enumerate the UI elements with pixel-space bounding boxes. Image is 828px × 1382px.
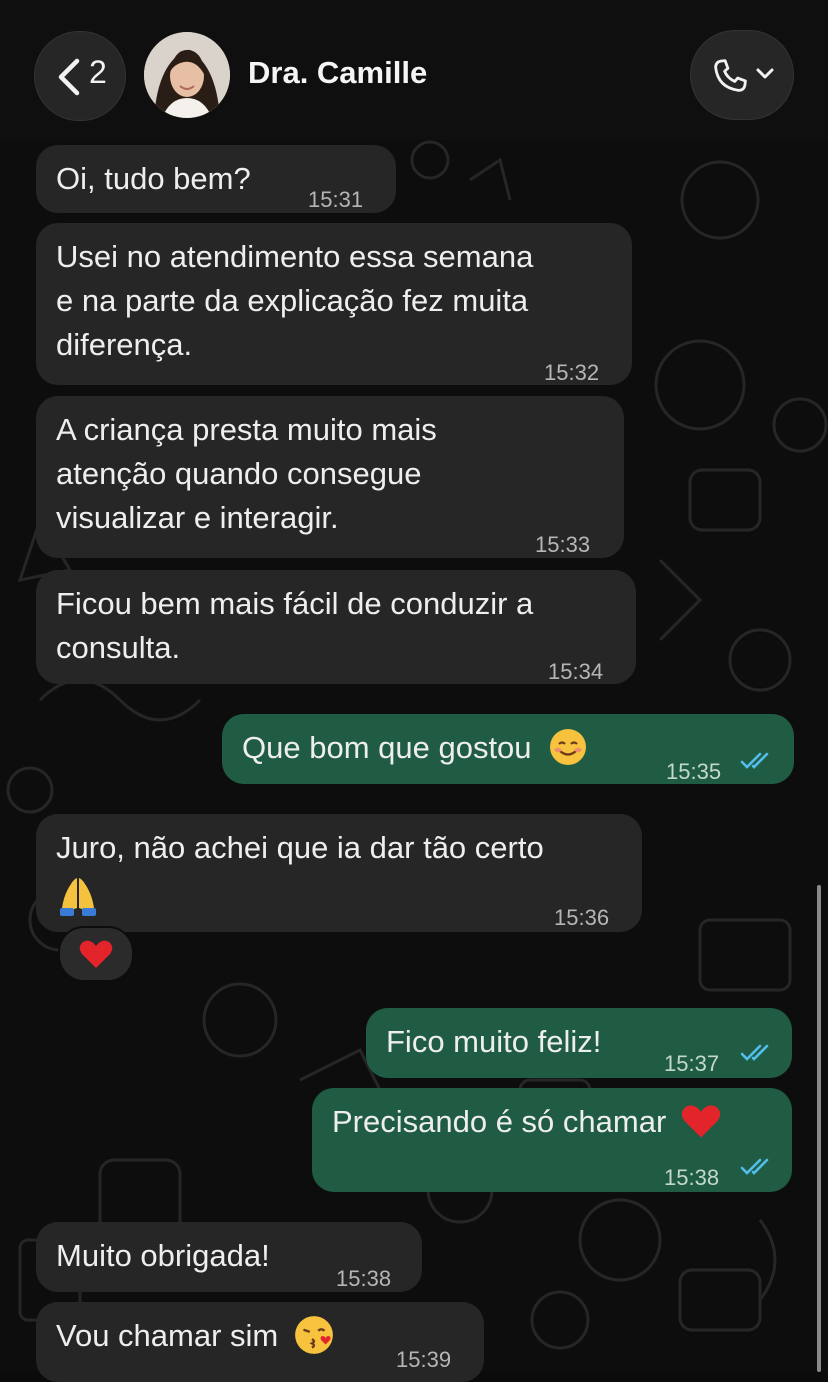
red-heart-icon	[681, 1105, 721, 1138]
message-text: Vou chamar sim	[56, 1318, 279, 1353]
read-receipt-icon	[740, 752, 769, 769]
smiling-face-icon	[550, 728, 587, 765]
message-outgoing[interactable]: Precisando é só chamar 15:38	[312, 1088, 792, 1192]
message-time: 15:35	[666, 759, 722, 784]
message-incoming[interactable]: Oi, tudo bem? 15:31	[36, 145, 396, 213]
message-incoming[interactable]: Muito obrigada! 15:38	[36, 1222, 422, 1292]
message-outgoing[interactable]: Fico muito feliz! 15:37	[366, 1008, 792, 1078]
chevron-down-icon	[756, 68, 774, 79]
read-receipt-icon	[740, 1044, 769, 1061]
chat-header: 2 Dra. Camille	[0, 0, 828, 140]
read-receipt-icon	[740, 1158, 769, 1175]
face-blowing-kiss-icon	[294, 1315, 333, 1354]
message-text: Que bom que gostou	[242, 730, 532, 765]
scrollbar[interactable]	[817, 885, 821, 1372]
message-reaction[interactable]	[58, 926, 134, 982]
back-button[interactable]: 2	[34, 31, 126, 121]
message-text: Juro, não achei que ia dar tão certo	[56, 830, 544, 865]
call-button[interactable]	[690, 30, 794, 120]
message-incoming[interactable]: A criança presta muito mais atenção quan…	[36, 396, 624, 558]
message-time: 15:34	[548, 659, 604, 684]
message-time: 15:39	[396, 1347, 452, 1372]
message-outgoing[interactable]: Que bom que gostou 15:35	[222, 714, 794, 784]
unread-count: 2	[89, 54, 107, 90]
message-incoming[interactable]: Vou chamar sim 15:39	[36, 1302, 484, 1382]
message-time: 15:38	[336, 1266, 392, 1291]
chevron-left-icon	[58, 58, 80, 96]
message-time: 15:31	[308, 187, 364, 212]
message-incoming[interactable]: Usei no atendimento essa semana e na par…	[36, 223, 632, 385]
message-text: Precisando é só chamar	[332, 1104, 667, 1139]
message-text: A criança presta muito mais atenção quan…	[56, 412, 437, 535]
message-content: Precisando é só chamar	[332, 1100, 772, 1144]
message-time: 15:37	[664, 1051, 720, 1076]
message-text: Usei no atendimento essa semana e na par…	[56, 239, 534, 362]
contact-name[interactable]: Dra. Camille	[248, 55, 427, 91]
message-incoming[interactable]: Juro, não achei que ia dar tão certo 15:…	[36, 814, 642, 932]
contact-avatar[interactable]	[144, 32, 230, 118]
message-time: 15:33	[535, 532, 591, 557]
message-time: 15:32	[544, 360, 600, 385]
folded-hands-icon	[60, 878, 96, 916]
message-time: 15:36	[554, 905, 610, 930]
message-incoming[interactable]: Ficou bem mais fácil de conduzir a consu…	[36, 570, 636, 684]
red-heart-icon	[79, 940, 113, 968]
message-time: 15:38	[664, 1165, 720, 1190]
message-text: Ficou bem mais fácil de conduzir a consu…	[56, 586, 534, 665]
phone-icon	[714, 59, 747, 92]
